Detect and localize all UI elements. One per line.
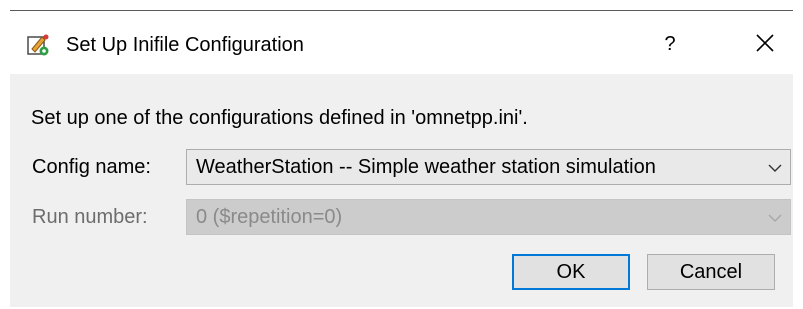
help-button[interactable]: ? — [650, 26, 690, 62]
dialog-description: Set up one of the configurations defined… — [31, 107, 528, 129]
chevron-down-icon — [768, 211, 782, 225]
config-name-label: Config name: — [32, 156, 151, 178]
cancel-button[interactable]: Cancel — [647, 254, 775, 290]
run-number-value: 0 ($repetition=0) — [196, 206, 343, 228]
ok-button[interactable]: OK — [512, 254, 630, 290]
close-button[interactable] — [745, 26, 785, 62]
app-config-icon — [27, 34, 49, 56]
config-name-dropdown[interactable]: WeatherStation -- Simple weather station… — [186, 149, 791, 185]
close-icon — [756, 34, 774, 56]
title-bar: Set Up Inifile Configuration ? — [10, 11, 793, 74]
chevron-down-icon — [768, 161, 782, 175]
run-number-dropdown[interactable]: 0 ($repetition=0) — [186, 199, 791, 235]
run-number-label: Run number: — [32, 206, 148, 228]
setup-inifile-dialog: Set Up Inifile Configuration ? Set up on… — [10, 10, 793, 307]
window-title: Set Up Inifile Configuration — [66, 34, 304, 56]
config-name-value: WeatherStation -- Simple weather station… — [196, 156, 656, 178]
